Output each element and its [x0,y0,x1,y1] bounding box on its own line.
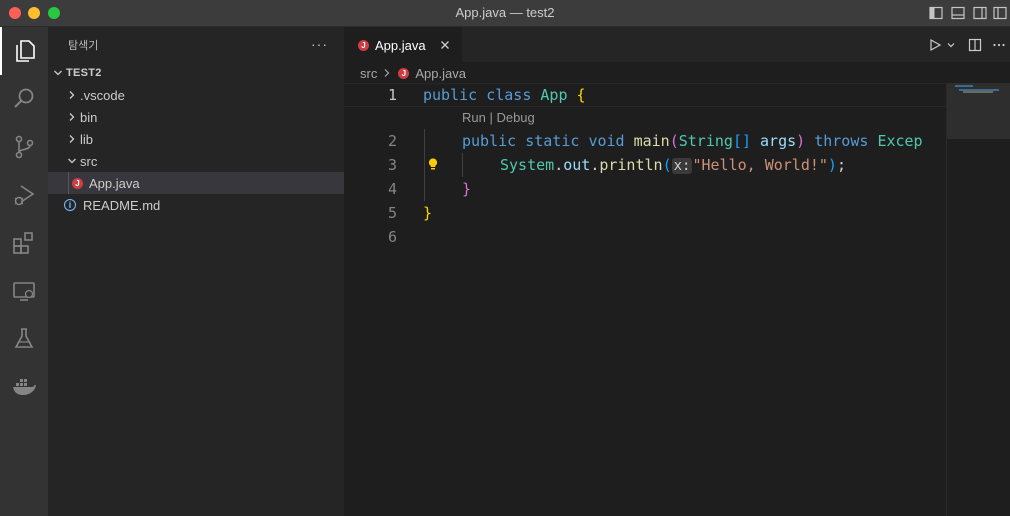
java-file-icon: J [72,177,83,189]
explorer-sidebar: 탐색기 ··· TEST2 .vscode bin lib src J App.… [48,27,344,516]
source-control-icon [15,135,34,159]
toggle-secondary-sidebar-icon[interactable] [973,6,987,20]
chevron-down-icon [947,43,955,48]
minimap-line [963,91,993,93]
code-editor[interactable]: 1 2 3 4 5 6 public class App { Run | Deb… [344,83,946,516]
line-number: 1 [387,86,397,104]
customize-layout-icon[interactable] [993,6,1007,20]
breadcrumb: src J App.java [360,64,466,82]
code-line-4: } [462,180,472,198]
code-line-5: } [423,204,433,222]
tree-item-label: .vscode [80,87,125,103]
line-number: 2 [387,132,397,150]
editor-area: J App.java src J App.java 1 2 3 4 5 6 pu… [344,27,1010,516]
java-file-icon: J [398,67,410,79]
docker-icon [13,379,36,395]
code-line-1: public class App { [423,86,586,104]
line-number: 3 [387,156,397,174]
search-icon [14,88,34,108]
chevron-right-icon [64,87,80,103]
close-icon[interactable] [438,38,452,52]
remote-explorer-icon [13,282,35,301]
parameter-hint: x: [671,158,693,174]
code-line-2: public static void main(String[] args) t… [462,132,923,150]
run-debug-activity[interactable] [0,171,48,219]
tree-item-bin[interactable]: bin [48,106,344,128]
more-icon [993,43,1005,47]
java-file-icon: J [358,39,369,51]
remote-explorer-activity[interactable] [0,267,48,315]
flask-icon [14,328,34,348]
title-bar: App.java — test2 [0,0,1010,27]
project-name: TEST2 [66,67,102,79]
chevron-down-icon [50,65,66,81]
tree-item-vscode[interactable]: .vscode [48,84,344,106]
tree-item-label: bin [80,109,98,125]
line-number: 5 [387,204,397,222]
files-icon [16,40,35,62]
explorer-title: 탐색기 [68,39,99,52]
chevron-down-icon [64,153,80,169]
line-number: 6 [387,228,397,246]
breadcrumb-folder[interactable]: src [360,66,377,81]
chevron-right-icon [384,69,390,77]
code-line-3: System.out.println(x: "Hello, World!"); [500,156,846,174]
breadcrumb-file[interactable]: App.java [415,66,466,81]
activity-bar [0,27,48,516]
tab-label: App.java [375,37,426,53]
toggle-panel-icon[interactable] [951,6,965,20]
extensions-icon [13,232,33,254]
tree-item-readme[interactable]: i README.md [48,194,344,216]
search-activity[interactable] [0,75,48,123]
window-title: App.java — test2 [455,5,555,20]
tree-item-src[interactable]: src [48,150,344,172]
source-control-activity[interactable] [0,123,48,171]
run-debug-codelens[interactable]: Run | Debug [462,107,535,129]
lightbulb-icon[interactable] [426,157,440,171]
project-section[interactable]: TEST2 [48,62,344,84]
run-java-button[interactable] [928,37,956,53]
editor-more-button[interactable] [992,37,1006,53]
explorer-activity[interactable] [0,27,48,75]
tree-item-label: src [80,153,98,169]
tree-item-label: App.java [89,175,140,191]
minimap[interactable] [946,83,1010,516]
run-debug-icon [14,185,35,206]
tree-item-lib[interactable]: lib [48,128,344,150]
indent-guide [462,153,463,177]
docker-activity[interactable] [0,363,48,411]
line-number: 4 [387,180,397,198]
tree-item-label: README.md [83,197,161,213]
split-editor-button[interactable] [968,37,982,53]
play-icon [930,38,942,52]
tree-item-app-java[interactable]: J App.java [48,172,344,194]
tree-item-label: lib [80,131,94,147]
testing-activity[interactable] [0,315,48,363]
indent-guide [68,172,69,194]
tab-bar: J App.java [344,27,1010,62]
chevron-right-icon [64,109,80,125]
toggle-sidebar-icon[interactable] [929,6,943,20]
split-editor-icon [968,38,982,52]
info-icon: i [64,199,76,211]
extensions-activity[interactable] [0,219,48,267]
chevron-right-icon [64,131,80,147]
indent-guide [424,129,425,201]
explorer-header: 탐색기 ··· [48,27,344,62]
tab-app-java[interactable]: J App.java [344,27,462,62]
minimap-line [955,85,973,87]
more-actions-icon[interactable]: ··· [311,36,328,52]
